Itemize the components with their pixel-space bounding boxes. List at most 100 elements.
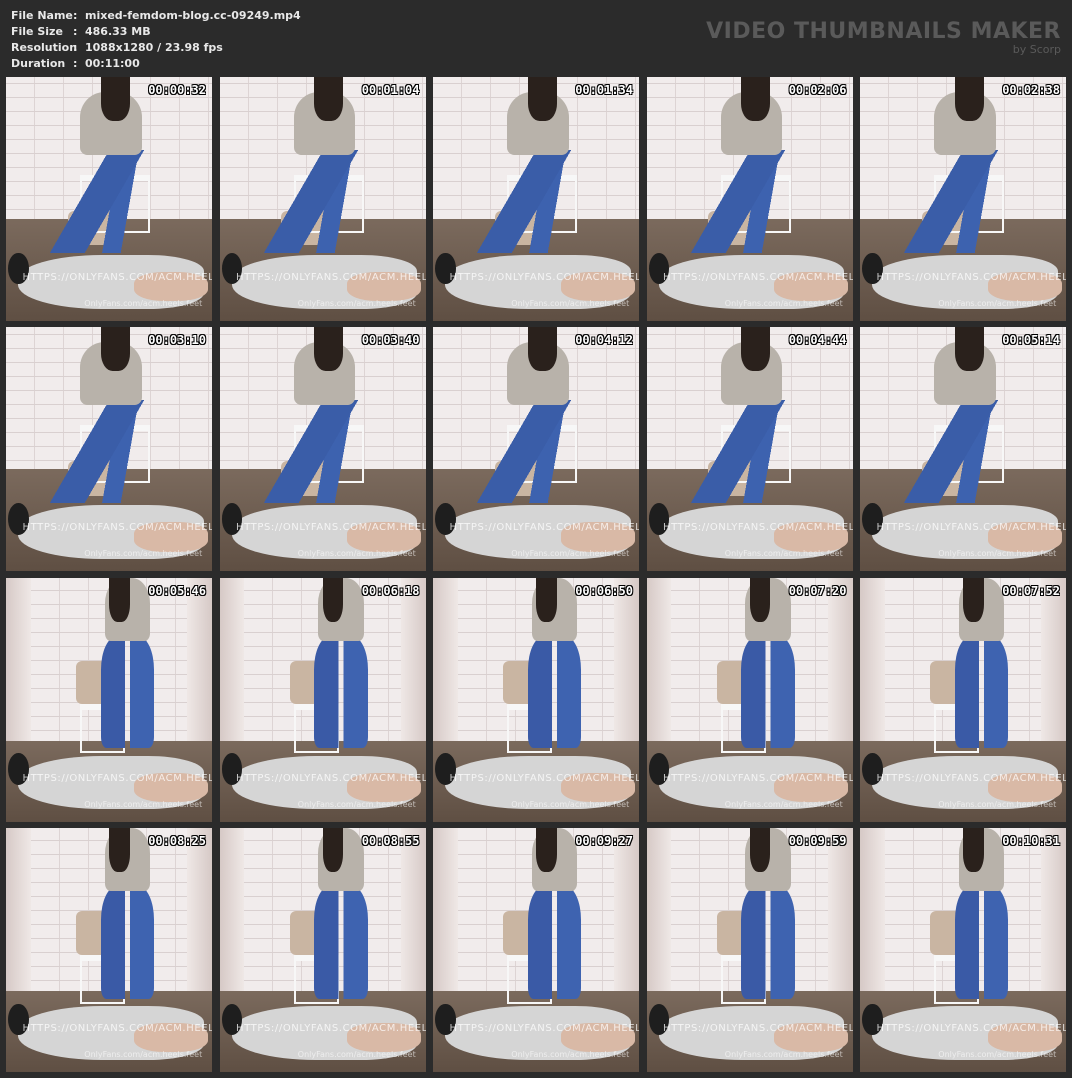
video-thumbnail[interactable]: HTTPS://ONLYFANS.COM/ACM.HEELS.FEET OnlyF… [646,827,853,1072]
watermark-secondary: OnlyFans.com/acm.heels.feet [84,1049,203,1059]
jeans-legs [100,886,155,999]
file-info: File Name : mixed-femdom-blog.cc-09249.m… [11,7,301,71]
hair [954,327,984,372]
hair [314,327,344,372]
watermark-secondary: OnlyFans.com/acm.heels.feet [84,299,203,309]
jeans-legs [683,150,799,253]
info-label: File Size [11,24,63,38]
timestamp: 00:04:12 [575,333,633,348]
info-separator: : [73,8,78,22]
watermark-text: HTTPS://ONLYFANS.COM/ACM.HEELS.FEET [449,272,639,284]
hair [100,77,130,121]
video-thumbnail[interactable]: HTTPS://ONLYFANS.COM/ACM.HEELS.FEET OnlyF… [219,577,426,822]
info-separator: : [73,24,78,38]
watermark-text: HTTPS://ONLYFANS.COM/ACM.HEELS.FEET [22,522,212,534]
watermark-text: HTTPS://ONLYFANS.COM/ACM.HEELS.FEET [235,772,426,784]
hair [954,77,984,121]
info-label: File Name [11,8,73,22]
watermark-text: HTTPS://ONLYFANS.COM/ACM.HEELS.FEET [876,1023,1066,1035]
video-thumbnail[interactable]: HTTPS://ONLYFANS.COM/ACM.HEELS.FEET OnlyF… [860,827,1066,1072]
watermark-secondary: OnlyFans.com/acm.heels.feet [724,799,843,809]
video-thumbnail[interactable]: HTTPS://ONLYFANS.COM/ACM.HEELS.FEET OnlyF… [860,577,1066,822]
video-thumbnail[interactable]: HTTPS://ONLYFANS.COM/ACM.HEELS.FEET OnlyF… [646,327,853,572]
watermark-secondary: OnlyFans.com/acm.heels.feet [724,299,843,309]
video-thumbnail[interactable]: HTTPS://ONLYFANS.COM/ACM.HEELS.FEET OnlyF… [433,827,639,1072]
hair [963,827,984,872]
timestamp: 00:07:52 [1002,583,1060,598]
info-row-resolution: Resolution : 1088x1280 / 23.98 fps [11,39,301,55]
jeans-legs [527,636,582,749]
video-thumbnail[interactable]: HTTPS://ONLYFANS.COM/ACM.HEELS.FEET OnlyF… [6,827,212,1072]
video-thumbnail[interactable]: HTTPS://ONLYFANS.COM/ACM.HEELS.FEET OnlyF… [646,77,853,321]
timestamp: 00:03:10 [148,333,206,348]
timestamp: 00:09:59 [788,833,847,848]
watermark-secondary: OnlyFans.com/acm.heels.feet [938,549,1057,559]
video-thumbnail[interactable]: HTTPS://ONLYFANS.COM/ACM.HEELS.FEET OnlyF… [433,327,639,572]
timestamp: 00:06:18 [361,583,420,598]
jeans-legs [954,886,1009,999]
hair [536,577,557,622]
jeans-legs [470,400,586,503]
video-thumbnail[interactable]: HTTPS://ONLYFANS.COM/ACM.HEELS.FEET OnlyF… [6,577,212,822]
video-thumbnail[interactable]: HTTPS://ONLYFANS.COM/ACM.HEELS.FEET OnlyF… [219,827,426,1072]
video-thumbnail[interactable]: HTTPS://ONLYFANS.COM/ACM.HEELS.FEET OnlyF… [6,327,212,572]
jeans-legs [256,400,372,503]
info-row-duration: Duration : 00:11:00 [11,55,301,71]
video-thumbnail[interactable]: HTTPS://ONLYFANS.COM/ACM.HEELS.FEET OnlyF… [433,577,639,822]
video-thumbnail[interactable]: HTTPS://ONLYFANS.COM/ACM.HEELS.FEET OnlyF… [6,77,212,321]
video-thumbnail[interactable]: HTTPS://ONLYFANS.COM/ACM.HEELS.FEET OnlyF… [219,327,426,572]
watermark-text: HTTPS://ONLYFANS.COM/ACM.HEELS.FEET [876,272,1066,284]
jeans-legs [43,400,159,503]
brand-subtitle: by Scorp [1012,43,1061,56]
watermark-text: HTTPS://ONLYFANS.COM/ACM.HEELS.FEET [449,772,639,784]
jeans-legs [897,150,1013,253]
timestamp: 00:08:25 [148,833,206,848]
watermark-secondary: OnlyFans.com/acm.heels.feet [938,299,1057,309]
timestamp: 00:10:31 [1002,833,1060,848]
watermark-text: HTTPS://ONLYFANS.COM/ACM.HEELS.FEET [235,522,426,534]
watermark-secondary: OnlyFans.com/acm.heels.feet [511,299,630,309]
watermark-secondary: OnlyFans.com/acm.heels.feet [938,799,1057,809]
hair [109,577,130,622]
hair [536,827,557,872]
watermark-text: HTTPS://ONLYFANS.COM/ACM.HEELS.FEET [662,1023,853,1035]
info-value: 1088x1280 / 23.98 fps [85,40,223,54]
info-separator: : [73,56,78,70]
hair [314,77,344,121]
header: File Name : mixed-femdom-blog.cc-09249.m… [0,0,1072,76]
hair [741,327,771,372]
jeans-legs [470,150,586,253]
timestamp: 00:01:34 [575,83,633,97]
video-thumbnail[interactable]: HTTPS://ONLYFANS.COM/ACM.HEELS.FEET OnlyF… [219,77,426,321]
info-label: Resolution [11,40,78,54]
hair [322,577,344,622]
timestamp: 00:05:46 [148,583,206,598]
watermark-secondary: OnlyFans.com/acm.heels.feet [511,799,630,809]
watermark-secondary: OnlyFans.com/acm.heels.feet [724,1049,843,1059]
hair [527,77,557,121]
thumbnail-grid: HTTPS://ONLYFANS.COM/ACM.HEELS.FEET OnlyF… [6,77,1066,1072]
timestamp: 00:06:50 [575,583,633,598]
video-thumbnail[interactable]: HTTPS://ONLYFANS.COM/ACM.HEELS.FEET OnlyF… [646,577,853,822]
hair [963,577,984,622]
info-value: 00:11:00 [85,56,140,70]
jeans-legs [100,636,155,749]
video-thumbnail[interactable]: HTTPS://ONLYFANS.COM/ACM.HEELS.FEET OnlyF… [433,77,639,321]
info-value: 486.33 MB [85,24,151,38]
jeans-legs [954,636,1009,749]
video-thumbnail[interactable]: HTTPS://ONLYFANS.COM/ACM.HEELS.FEET OnlyF… [860,77,1066,321]
jeans-legs [897,400,1013,503]
jeans-legs [741,636,795,749]
watermark-secondary: OnlyFans.com/acm.heels.feet [297,299,416,309]
timestamp: 00:00:32 [148,83,206,97]
video-thumbnail[interactable]: HTTPS://ONLYFANS.COM/ACM.HEELS.FEET OnlyF… [860,327,1066,572]
watermark-secondary: OnlyFans.com/acm.heels.feet [511,549,630,559]
watermark-text: HTTPS://ONLYFANS.COM/ACM.HEELS.FEET [22,272,212,284]
watermark-text: HTTPS://ONLYFANS.COM/ACM.HEELS.FEET [235,1023,426,1035]
hair [109,827,130,872]
watermark-secondary: OnlyFans.com/acm.heels.feet [84,799,203,809]
hair [100,327,130,372]
timestamp: 00:02:38 [1002,83,1060,97]
watermark-text: HTTPS://ONLYFANS.COM/ACM.HEELS.FEET [22,1023,212,1035]
timestamp: 00:03:40 [361,333,420,348]
